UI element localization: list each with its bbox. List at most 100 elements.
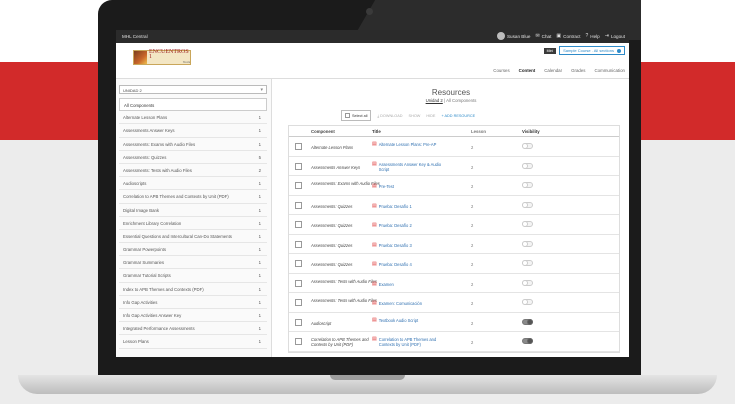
course-header: ENCUENTROS 1 Vocés Mini Sample Course . … bbox=[116, 43, 629, 79]
visibility-toggle[interactable] bbox=[522, 162, 533, 169]
select-all-label: Select all bbox=[352, 113, 368, 118]
sidebar-item[interactable]: Audioscripts 1 bbox=[119, 177, 267, 191]
row-title-link[interactable]: ▤ Prueba: Desafío 1 bbox=[372, 203, 444, 209]
sidebar-item-count: 1 bbox=[258, 220, 261, 226]
unit-link[interactable]: Unidad 2 bbox=[426, 98, 443, 103]
row-title-link[interactable]: ▤ Prueba: Desafío 2 bbox=[372, 223, 444, 229]
add-resource-button[interactable]: + ADD RESOURCE bbox=[441, 114, 475, 118]
row-lesson: 2 bbox=[471, 203, 474, 209]
visibility-toggle[interactable] bbox=[522, 260, 533, 266]
row-checkbox[interactable] bbox=[295, 201, 302, 209]
row-title-link[interactable]: ▤ Pre-Test bbox=[372, 184, 444, 190]
visibility-toggle[interactable] bbox=[522, 240, 533, 247]
row-component: Assessments: Quizzes bbox=[311, 223, 353, 228]
row-title: Examen bbox=[378, 281, 394, 287]
row-checkbox[interactable] bbox=[295, 221, 302, 228]
sidebar-item[interactable]: Enrichment Library Correlation 1 bbox=[119, 217, 267, 230]
logo-subtitle: Vocés bbox=[182, 60, 190, 64]
row-checkbox[interactable] bbox=[295, 260, 302, 267]
visibility-toggle[interactable] bbox=[522, 318, 533, 325]
course-logo: ENCUENTROS 1 Vocés bbox=[133, 49, 191, 65]
pdf-icon: ▤ bbox=[372, 241, 377, 248]
row-checkbox[interactable] bbox=[295, 143, 302, 150]
sidebar-item[interactable]: Assessments: Quizzes 5 bbox=[119, 151, 267, 164]
nav-calendar[interactable]: Calendar bbox=[544, 68, 562, 73]
row-checkbox[interactable] bbox=[295, 182, 302, 189]
sidebar-item[interactable]: Grammar Powerpoints 1 bbox=[119, 243, 267, 257]
resources-table: Component Title Lesson Visibility Altern… bbox=[288, 125, 620, 353]
table-row: Assessments: Tests with Audio Files ▤ Exam… bbox=[289, 274, 619, 293]
show-button[interactable]: SHOW bbox=[409, 114, 421, 118]
column-title[interactable]: Title bbox=[372, 129, 444, 134]
visibility-toggle[interactable] bbox=[522, 279, 533, 286]
sidebar-item[interactable]: Assessments: Tests with Audio Files 2 bbox=[119, 164, 267, 178]
breadcrumb: Unidad 2 | All Components bbox=[273, 98, 629, 103]
row-title-link[interactable]: ▤ Textbook Audio Script bbox=[372, 317, 444, 323]
visibility-toggle[interactable] bbox=[522, 143, 533, 149]
row-checkbox[interactable] bbox=[295, 299, 302, 306]
row-checkbox[interactable] bbox=[295, 338, 302, 345]
row-checkbox[interactable] bbox=[295, 318, 302, 326]
table-row: Assessments: Quizzes ▤ Prueba: Desafío 4 2 bbox=[289, 254, 619, 274]
visibility-toggle[interactable] bbox=[522, 299, 533, 305]
contract-link[interactable]: ▣ Contract bbox=[556, 33, 580, 39]
select-all-button[interactable]: Select all bbox=[341, 110, 372, 121]
sidebar-item[interactable]: All Components bbox=[119, 98, 267, 112]
sidebar-item[interactable]: Info Gap Activities Answer Key 1 bbox=[119, 309, 267, 323]
row-title-link[interactable]: ▤ Assessments Answer Key & Audio Script bbox=[372, 161, 444, 172]
user-menu: Susan Blue ✉ Chat ▣ Contract ? Help ⇥ Logout bbox=[496, 32, 625, 40]
action-bar: Select all ⤓ DOWNLOAD SHOW HIDE + ADD RE… bbox=[341, 110, 475, 121]
sidebar-item[interactable]: Index to APB Themes and Contexts (PDF) 1 bbox=[119, 283, 267, 296]
chat-link[interactable]: ✉ Chat bbox=[535, 33, 551, 39]
visibility-toggle[interactable] bbox=[522, 182, 533, 188]
sidebar-item[interactable]: Essential Questions and Intercultural Ca… bbox=[119, 230, 267, 244]
toggle-knob bbox=[522, 162, 528, 169]
table-row: Correlation to APB Themes and Contexts b… bbox=[289, 332, 619, 352]
row-title: Correlation to APB Themes and Contexts b… bbox=[378, 337, 437, 347]
nav-grades[interactable]: Grades bbox=[571, 68, 585, 73]
row-checkbox[interactable] bbox=[295, 162, 302, 170]
row-checkbox[interactable] bbox=[295, 240, 302, 248]
sidebar-item[interactable]: Alternate Lesson Plans 1 bbox=[119, 111, 267, 125]
user-profile[interactable]: Susan Blue bbox=[496, 32, 530, 40]
sidebar-item[interactable]: Assessments Answer Keys 1 bbox=[119, 124, 267, 138]
row-component: Assessments: Tests with Audio Files bbox=[311, 298, 377, 303]
row-component: Assessments: Quizzes bbox=[311, 262, 353, 267]
sidebar-item[interactable]: Lesson Plans 1 bbox=[119, 335, 267, 349]
sidebar-item-label: Grammar Tutorial Scripts bbox=[123, 273, 171, 279]
course-selector[interactable]: Sample Course . All sections bbox=[559, 46, 625, 55]
row-title-link[interactable]: ▤ Examen: Comunicación bbox=[372, 301, 444, 307]
mini-button[interactable]: Mini bbox=[543, 47, 557, 54]
column-lesson[interactable]: Lesson bbox=[471, 129, 486, 134]
sidebar-item-label: Correlation to APB Themes and Contexts b… bbox=[123, 194, 229, 200]
row-checkbox[interactable] bbox=[295, 279, 302, 287]
sidebar-item[interactable]: Digital Image Bank 1 bbox=[119, 204, 267, 217]
sidebar-item[interactable]: Grammar Summaries 1 bbox=[119, 256, 267, 270]
row-title-link[interactable]: ▤ Prueba: Desafío 3 bbox=[372, 241, 444, 248]
nav-communication[interactable]: Communication bbox=[594, 68, 625, 73]
course-controls: Mini Sample Course . All sections bbox=[543, 46, 625, 55]
sidebar-item[interactable]: Info Gap Activities 1 bbox=[119, 296, 267, 309]
unit-select[interactable]: UNIDAD 2 ▾ bbox=[119, 85, 267, 94]
download-button[interactable]: ⤓ DOWNLOAD bbox=[377, 114, 402, 118]
row-title-link[interactable]: ▤ Alternate Lesson Plans: Pre-AP bbox=[372, 142, 444, 148]
app-screen: MHL Central Susan Blue ✉ Chat ▣ Contract ?… bbox=[116, 30, 629, 357]
logout-link[interactable]: ⇥ Logout bbox=[605, 33, 625, 39]
sidebar-item[interactable]: Integrated Performance Assessments 1 bbox=[119, 322, 267, 336]
visibility-toggle[interactable] bbox=[522, 221, 533, 227]
column-component[interactable]: Component bbox=[311, 129, 381, 134]
row-title-link[interactable]: ▤ Prueba: Desafío 4 bbox=[372, 262, 444, 268]
nav-content[interactable]: Content bbox=[519, 68, 536, 73]
help-link[interactable]: ? Help bbox=[586, 33, 600, 39]
sidebar-item-label: Enrichment Library Correlation bbox=[123, 220, 182, 226]
sidebar-item[interactable]: Assessments: Exams with Audio Files 1 bbox=[119, 138, 267, 151]
sidebar-item[interactable]: Grammar Tutorial Scripts 1 bbox=[119, 269, 267, 283]
row-title-link[interactable]: ▤ Correlation to APB Themes and Contexts … bbox=[372, 337, 444, 348]
visibility-toggle[interactable] bbox=[522, 338, 533, 344]
nav-courses[interactable]: Courses bbox=[493, 68, 509, 73]
row-title-link[interactable]: ▤ Examen bbox=[372, 281, 444, 287]
visibility-toggle[interactable] bbox=[522, 201, 533, 208]
hide-button[interactable]: HIDE bbox=[426, 114, 435, 118]
column-visibility[interactable]: Visibility bbox=[522, 129, 540, 134]
sidebar-item[interactable]: Correlation to APB Themes and Contexts b… bbox=[119, 190, 267, 204]
